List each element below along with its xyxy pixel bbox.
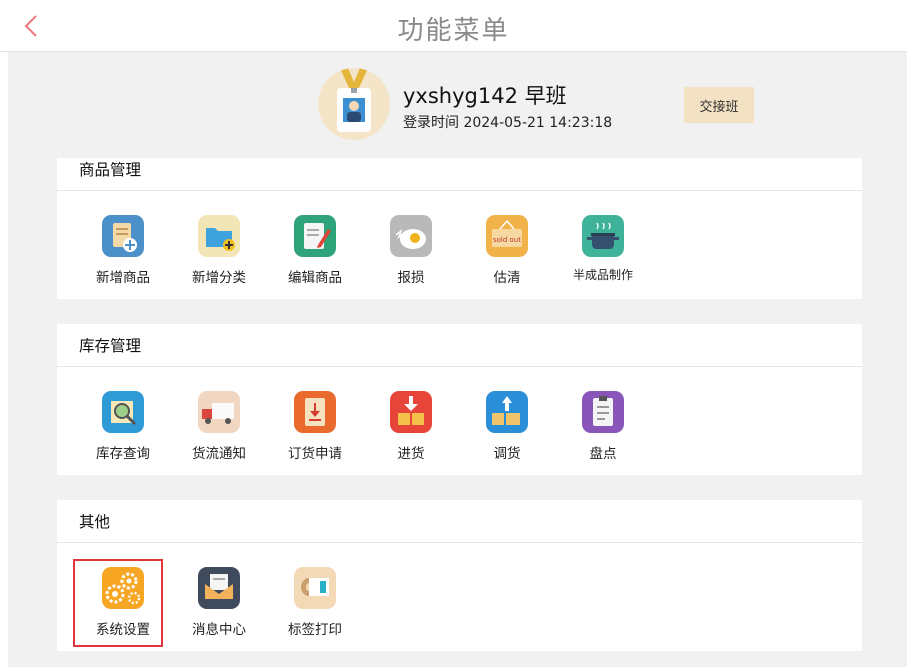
menu-item-inventory-query[interactable]: 库存查询 <box>83 391 163 462</box>
section-items: 库存查询 货流通知 订货申请 进货 调货 盘点 <box>57 367 862 475</box>
menu-item-stock-in[interactable]: 进货 <box>371 391 451 462</box>
menu-item-label: 货流通知 <box>192 446 246 462</box>
menu-item-semi-finished[interactable]: 半成品制作 <box>563 215 643 283</box>
menu-item-label: 半成品制作 <box>572 268 633 282</box>
menu-item-label: 调货 <box>493 446 521 462</box>
svg-text:sold out: sold out <box>493 236 521 244</box>
menu-item-system-settings[interactable]: 系统设置 <box>83 567 163 638</box>
order-request-icon <box>294 391 336 433</box>
menu-item-transfer[interactable]: 调货 <box>467 391 547 462</box>
add-product-icon <box>102 215 144 257</box>
menu-item-label: 进货 <box>397 446 425 462</box>
profile-area: yxshyg142 早班 登录时间 2024-05-21 14:23:18 交接… <box>8 52 907 158</box>
section-items: 新增商品 新增分类 编辑商品 报损 sold out 估清 半成品制作 <box>57 191 862 299</box>
menu-item-label: 系统设置 <box>96 622 150 638</box>
message-envelope-icon <box>198 567 240 609</box>
section-product-management: 商品管理 新增商品 新增分类 编辑商品 报损 sold out 估清 半成品制作 <box>57 158 862 299</box>
cooking-pot-icon <box>582 215 624 257</box>
settings-gears-icon <box>102 567 144 609</box>
menu-item-order-request[interactable]: 订货申请 <box>275 391 355 462</box>
section-title: 库存管理 <box>57 324 862 367</box>
section-title: 商品管理 <box>57 158 862 191</box>
menu-item-sold-out[interactable]: sold out 估清 <box>467 215 547 286</box>
username: yxshyg142 早班 <box>403 84 567 108</box>
main-content: yxshyg142 早班 登录时间 2024-05-21 14:23:18 交接… <box>8 52 907 667</box>
label-printer-icon <box>294 567 336 609</box>
menu-item-label-print[interactable]: 标签打印 <box>275 567 355 638</box>
top-bar: 功能菜单 <box>0 0 907 52</box>
stock-in-icon <box>390 391 432 433</box>
menu-item-label: 订货申请 <box>288 446 342 462</box>
broken-egg-icon <box>390 215 432 257</box>
add-category-folder-icon <box>198 215 240 257</box>
menu-item-label: 新增分类 <box>192 270 246 286</box>
section-items: 系统设置 消息中心 标签打印 <box>57 543 862 651</box>
stocktake-checklist-icon <box>582 391 624 433</box>
page-title: 功能菜单 <box>397 16 510 46</box>
edit-product-icon <box>294 215 336 257</box>
section-title: 其他 <box>57 500 862 543</box>
login-time: 登录时间 2024-05-21 14:23:18 <box>403 115 613 131</box>
menu-item-label: 估清 <box>493 270 521 286</box>
shift-handover-button[interactable]: 交接班 <box>684 87 754 123</box>
menu-item-label: 盘点 <box>589 446 617 462</box>
menu-item-label: 新增商品 <box>96 270 150 286</box>
menu-item-label: 编辑商品 <box>288 270 342 286</box>
menu-item-label: 库存查询 <box>96 446 150 462</box>
menu-item-edit-product[interactable]: 编辑商品 <box>275 215 355 286</box>
menu-item-report-loss[interactable]: 报损 <box>371 215 451 286</box>
menu-item-label: 报损 <box>397 270 425 286</box>
inventory-search-icon <box>102 391 144 433</box>
menu-item-label: 标签打印 <box>288 622 342 638</box>
transfer-goods-icon <box>486 391 528 433</box>
staff-badge-icon <box>337 68 371 132</box>
section-inventory-management: 库存管理 库存查询 货流通知 订货申请 进货 调货 盘点 <box>57 324 862 475</box>
menu-item-stocktake[interactable]: 盘点 <box>563 391 643 462</box>
sold-out-icon: sold out <box>486 215 528 257</box>
avatar <box>318 68 390 140</box>
menu-item-logistics-notice[interactable]: 货流通知 <box>179 391 259 462</box>
menu-item-label: 消息中心 <box>192 622 246 638</box>
section-other: 其他 系统设置 消息中心 标签打印 <box>57 500 862 651</box>
menu-item-message-center[interactable]: 消息中心 <box>179 567 259 638</box>
delivery-truck-icon <box>198 391 240 433</box>
menu-item-add-category[interactable]: 新增分类 <box>179 215 259 286</box>
menu-item-add-product[interactable]: 新增商品 <box>83 215 163 286</box>
